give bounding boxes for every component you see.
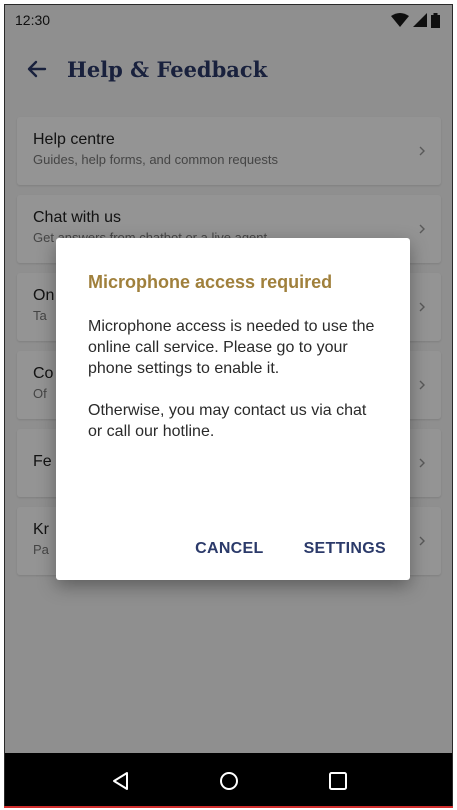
home-circle-icon [219, 771, 238, 790]
cancel-button[interactable]: CANCEL [193, 536, 265, 562]
bottom-accent-line [4, 806, 453, 808]
nav-recents-button[interactable] [323, 766, 353, 796]
dialog-title: Microphone access required [88, 272, 333, 292]
back-triangle-icon [112, 771, 128, 790]
dialog-actions: CANCEL SETTINGS [193, 536, 388, 562]
permission-dialog: Microphone access required Microphone ac… [56, 238, 410, 580]
dialog-message-secondary: Otherwise, you may contact us via chat o… [88, 402, 367, 440]
recents-square-icon [328, 771, 347, 790]
dialog-body: Microphone access is needed to use the o… [88, 316, 378, 442]
nav-home-button[interactable] [214, 766, 244, 796]
dialog-message: Microphone access is needed to use the o… [88, 318, 375, 377]
phone-screen: 12:30 Help & Feedback Help centre Guides… [4, 4, 453, 807]
system-nav-bar [5, 753, 452, 806]
nav-back-button[interactable] [105, 766, 135, 796]
settings-button[interactable]: SETTINGS [302, 536, 388, 562]
